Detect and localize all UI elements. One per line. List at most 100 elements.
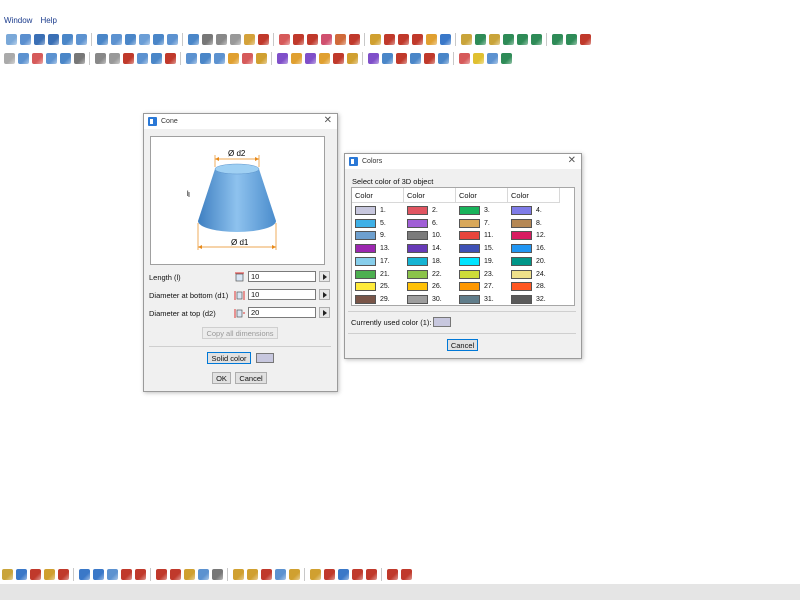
toolbar-tool-icon[interactable]	[211, 568, 223, 580]
toolbar-tool-icon[interactable]	[386, 568, 398, 580]
toolbar-tool-icon[interactable]	[155, 568, 167, 580]
toolbar-tool-icon[interactable]	[150, 52, 162, 64]
toolbar-tool-icon[interactable]	[486, 52, 498, 64]
toolbar-tool-icon[interactable]	[43, 568, 55, 580]
toolbar-tool-icon[interactable]	[288, 568, 300, 580]
toolbar-tool-icon[interactable]	[166, 33, 178, 45]
toolbar-tool-icon[interactable]	[78, 568, 90, 580]
toolbar-tool-icon[interactable]	[17, 52, 29, 64]
cone-cancel-button[interactable]: Cancel	[235, 372, 267, 384]
toolbar-tool-icon[interactable]	[257, 33, 269, 45]
toolbar-tool-icon[interactable]	[96, 33, 108, 45]
toolbar-tool-icon[interactable]	[134, 568, 146, 580]
color-swatch-option[interactable]: 15.	[459, 243, 494, 254]
color-swatch-option[interactable]: 27.	[459, 281, 494, 292]
toolbar-tool-icon[interactable]	[437, 52, 449, 64]
toolbar-tool-icon[interactable]	[3, 52, 15, 64]
close-icon[interactable]: ✕	[324, 115, 332, 126]
toolbar-tool-icon[interactable]	[243, 33, 255, 45]
toolbar-tool-icon[interactable]	[332, 52, 344, 64]
toolbar-tool-icon[interactable]	[164, 52, 176, 64]
color-swatch-option[interactable]: 5.	[355, 218, 386, 229]
top-diameter-arrow-button[interactable]	[319, 307, 330, 318]
toolbar-tool-icon[interactable]	[136, 52, 148, 64]
color-swatch-option[interactable]: 12.	[511, 230, 546, 241]
color-swatch-option[interactable]: 19.	[459, 256, 494, 267]
toolbar-tool-icon[interactable]	[320, 33, 332, 45]
toolbar-tool-icon[interactable]	[187, 33, 199, 45]
toolbar-tool-icon[interactable]	[75, 33, 87, 45]
toolbar-tool-icon[interactable]	[138, 33, 150, 45]
solid-color-swatch[interactable]	[256, 353, 274, 363]
toolbar-tool-icon[interactable]	[274, 568, 286, 580]
toolbar-tool-icon[interactable]	[411, 33, 423, 45]
toolbar-tool-icon[interactable]	[124, 33, 136, 45]
toolbar-tool-icon[interactable]	[215, 33, 227, 45]
toolbar-tool-icon[interactable]	[199, 52, 211, 64]
color-swatch-option[interactable]: 10.	[407, 230, 442, 241]
color-swatch-option[interactable]: 2.	[407, 205, 438, 216]
toolbar-tool-icon[interactable]	[383, 33, 395, 45]
toolbar-tool-icon[interactable]	[381, 52, 393, 64]
color-swatch-option[interactable]: 29.	[355, 294, 390, 305]
toolbar-tool-icon[interactable]	[33, 33, 45, 45]
ok-button[interactable]: OK	[212, 372, 231, 384]
toolbar-tool-icon[interactable]	[351, 568, 363, 580]
color-swatch-option[interactable]: 32.	[511, 294, 546, 305]
color-swatch-option[interactable]: 7.	[459, 218, 490, 229]
color-swatch-option[interactable]: 13.	[355, 243, 390, 254]
color-swatch-option[interactable]: 26.	[407, 281, 442, 292]
color-swatch-option[interactable]: 31.	[459, 294, 494, 305]
toolbar-tool-icon[interactable]	[309, 568, 321, 580]
toolbar-tool-icon[interactable]	[213, 52, 225, 64]
toolbar-tool-icon[interactable]	[15, 568, 27, 580]
toolbar-tool-icon[interactable]	[500, 52, 512, 64]
color-swatch-option[interactable]: 9.	[355, 230, 386, 241]
toolbar-tool-icon[interactable]	[92, 568, 104, 580]
toolbar-tool-icon[interactable]	[241, 52, 253, 64]
color-swatch-option[interactable]: 28.	[511, 281, 546, 292]
color-swatch-option[interactable]: 20.	[511, 256, 546, 267]
toolbar-tool-icon[interactable]	[318, 52, 330, 64]
toolbar-tool-icon[interactable]	[47, 33, 59, 45]
toolbar-tool-icon[interactable]	[400, 568, 412, 580]
toolbar-tool-icon[interactable]	[120, 568, 132, 580]
toolbar-tool-icon[interactable]	[472, 52, 484, 64]
color-swatch-option[interactable]: 3.	[459, 205, 490, 216]
color-swatch-option[interactable]: 25.	[355, 281, 390, 292]
length-arrow-button[interactable]	[319, 271, 330, 282]
toolbar-tool-icon[interactable]	[397, 33, 409, 45]
toolbar-tool-icon[interactable]	[323, 568, 335, 580]
length-input[interactable]: 10	[248, 271, 316, 282]
toolbar-tool-icon[interactable]	[61, 33, 73, 45]
color-swatch-option[interactable]: 30.	[407, 294, 442, 305]
toolbar-tool-icon[interactable]	[255, 52, 267, 64]
toolbar-tool-icon[interactable]	[197, 568, 209, 580]
toolbar-tool-icon[interactable]	[73, 52, 85, 64]
color-swatch-option[interactable]: 22.	[407, 269, 442, 280]
toolbar-tool-icon[interactable]	[185, 52, 197, 64]
toolbar-tool-icon[interactable]	[29, 568, 41, 580]
color-swatch-option[interactable]: 1.	[355, 205, 386, 216]
toolbar-tool-icon[interactable]	[579, 33, 591, 45]
copy-all-dimensions-button[interactable]: Copy all dimensions	[202, 327, 278, 339]
color-swatch-option[interactable]: 14.	[407, 243, 442, 254]
toolbar-tool-icon[interactable]	[306, 33, 318, 45]
toolbar-tool-icon[interactable]	[565, 33, 577, 45]
toolbar-tool-icon[interactable]	[395, 52, 407, 64]
toolbar-tool-icon[interactable]	[346, 52, 358, 64]
color-swatch-option[interactable]: 4.	[511, 205, 542, 216]
color-swatch-option[interactable]: 21.	[355, 269, 390, 280]
toolbar-tool-icon[interactable]	[488, 33, 500, 45]
toolbar-tool-icon[interactable]	[59, 52, 71, 64]
toolbar-tool-icon[interactable]	[348, 33, 360, 45]
toolbar-tool-icon[interactable]	[110, 33, 122, 45]
toolbar-tool-icon[interactable]	[5, 33, 17, 45]
toolbar-tool-icon[interactable]	[201, 33, 213, 45]
toolbar-tool-icon[interactable]	[367, 52, 379, 64]
toolbar-tool-icon[interactable]	[365, 568, 377, 580]
toolbar-tool-icon[interactable]	[530, 33, 542, 45]
color-swatch-option[interactable]: 16.	[511, 243, 546, 254]
toolbar-tool-icon[interactable]	[423, 52, 435, 64]
toolbar-tool-icon[interactable]	[183, 568, 195, 580]
